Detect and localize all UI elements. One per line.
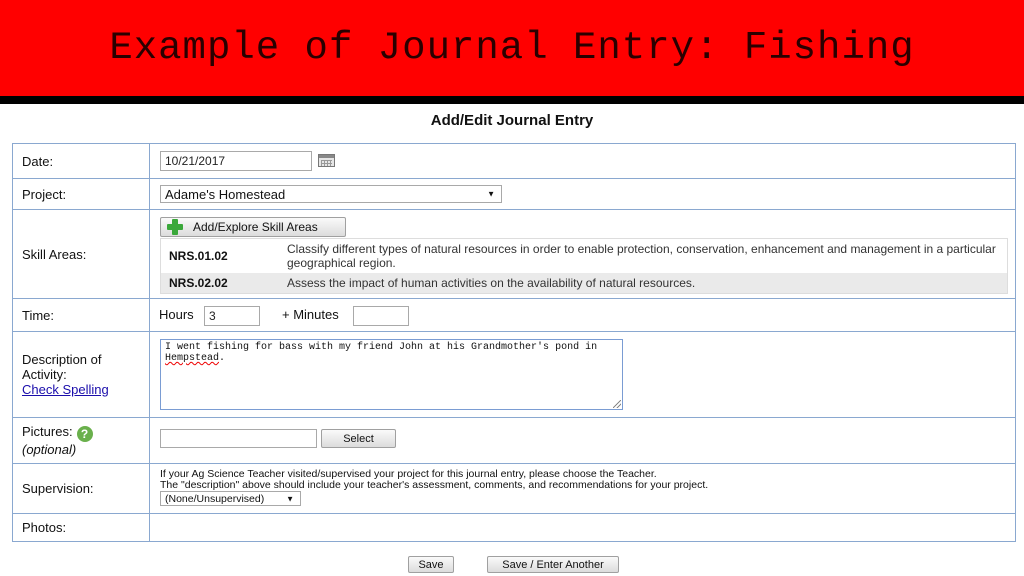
select-file-button[interactable]: Select xyxy=(321,429,396,448)
date-row: Date: 10/21/2017 xyxy=(13,144,1015,178)
description-label: Description of Activity: Check Spelling xyxy=(13,332,150,417)
save-button[interactable]: Save xyxy=(408,556,454,573)
skill-code: NRS.02.02 xyxy=(169,276,228,290)
time-label: Time: xyxy=(13,299,150,331)
skill-areas-label: Skill Areas: xyxy=(13,210,150,298)
help-icon[interactable]: ? xyxy=(76,426,93,442)
date-cell: 10/21/2017 xyxy=(150,144,1015,178)
project-label: Project: xyxy=(13,179,150,209)
description-textarea[interactable]: I went fishing for bass with my friend J… xyxy=(160,339,623,410)
pictures-cell: Select xyxy=(150,418,1015,463)
misspelled-word: Hempstead xyxy=(165,353,220,364)
supervision-instructions: If your Ag Science Teacher visited/super… xyxy=(160,468,709,491)
pictures-label: Pictures:? (optional) xyxy=(13,418,150,463)
supervision-row: Supervision: If your Ag Science Teacher … xyxy=(13,463,1015,513)
file-path-input[interactable] xyxy=(160,429,317,448)
pictures-row: Pictures:? (optional) Select xyxy=(13,417,1015,463)
supervision-cell: If your Ag Science Teacher visited/super… xyxy=(150,464,1015,513)
banner-divider xyxy=(0,96,1024,104)
skill-description: Assess the impact of human activities on… xyxy=(287,276,696,290)
project-select[interactable]: Adame's Homestead ▼ xyxy=(160,185,502,203)
skill-areas-table: NRS.01.02 Classify different types of na… xyxy=(160,238,1008,294)
time-row: Time: Hours 3 + Minutes xyxy=(13,298,1015,331)
save-enter-another-button[interactable]: Save / Enter Another xyxy=(487,556,619,573)
hours-label: Hours xyxy=(159,307,194,322)
description-cell: I went fishing for bass with my friend J… xyxy=(150,332,1015,417)
project-selected-value: Adame's Homestead xyxy=(165,186,286,202)
skill-code: NRS.01.02 xyxy=(169,249,228,263)
supervision-label: Supervision: xyxy=(13,464,150,513)
photos-label: Photos: xyxy=(13,514,150,541)
project-row: Project: Adame's Homestead ▼ xyxy=(13,178,1015,209)
time-cell: Hours 3 + Minutes xyxy=(150,299,1015,331)
journal-entry-form: Date: 10/21/2017 Project: Adame's Homest… xyxy=(12,143,1016,542)
add-skill-areas-button[interactable]: Add/Explore Skill Areas xyxy=(160,217,346,237)
resize-grip-icon[interactable] xyxy=(613,400,621,408)
calendar-icon[interactable] xyxy=(318,154,335,167)
slide-title: Example of Journal Entry: Fishing xyxy=(109,26,915,70)
date-label: Date: xyxy=(13,144,150,178)
skill-row: NRS.02.02 Assess the impact of human act… xyxy=(161,273,1007,293)
skill-description: Classify different types of natural reso… xyxy=(287,242,996,270)
photos-cell xyxy=(150,514,1015,541)
dropdown-arrow-icon: ▼ xyxy=(487,189,495,199)
form-title: Add/Edit Journal Entry xyxy=(430,112,594,129)
photos-row: Photos: xyxy=(13,513,1015,541)
minutes-input[interactable] xyxy=(353,306,409,326)
description-row: Description of Activity: Check Spelling … xyxy=(13,331,1015,417)
date-input[interactable]: 10/21/2017 xyxy=(160,151,312,171)
plus-icon xyxy=(167,219,183,235)
supervisor-select[interactable]: (None/Unsupervised) ▼ xyxy=(160,491,301,506)
skill-row: NRS.01.02 Classify different types of na… xyxy=(161,239,1007,273)
slide-banner: Example of Journal Entry: Fishing xyxy=(0,0,1024,96)
minutes-label: + Minutes xyxy=(282,307,339,322)
project-cell: Adame's Homestead ▼ xyxy=(150,179,1015,209)
check-spelling-link[interactable]: Check Spelling xyxy=(22,382,149,397)
hours-input[interactable]: 3 xyxy=(204,306,260,326)
skill-areas-row: Skill Areas: Add/Explore Skill Areas NRS… xyxy=(13,209,1015,298)
skill-areas-cell: Add/Explore Skill Areas NRS.01.02 Classi… xyxy=(150,210,1015,298)
supervisor-selected-value: (None/Unsupervised) xyxy=(165,492,265,505)
optional-note: (optional) xyxy=(22,442,77,457)
dropdown-arrow-icon: ▼ xyxy=(286,494,294,503)
